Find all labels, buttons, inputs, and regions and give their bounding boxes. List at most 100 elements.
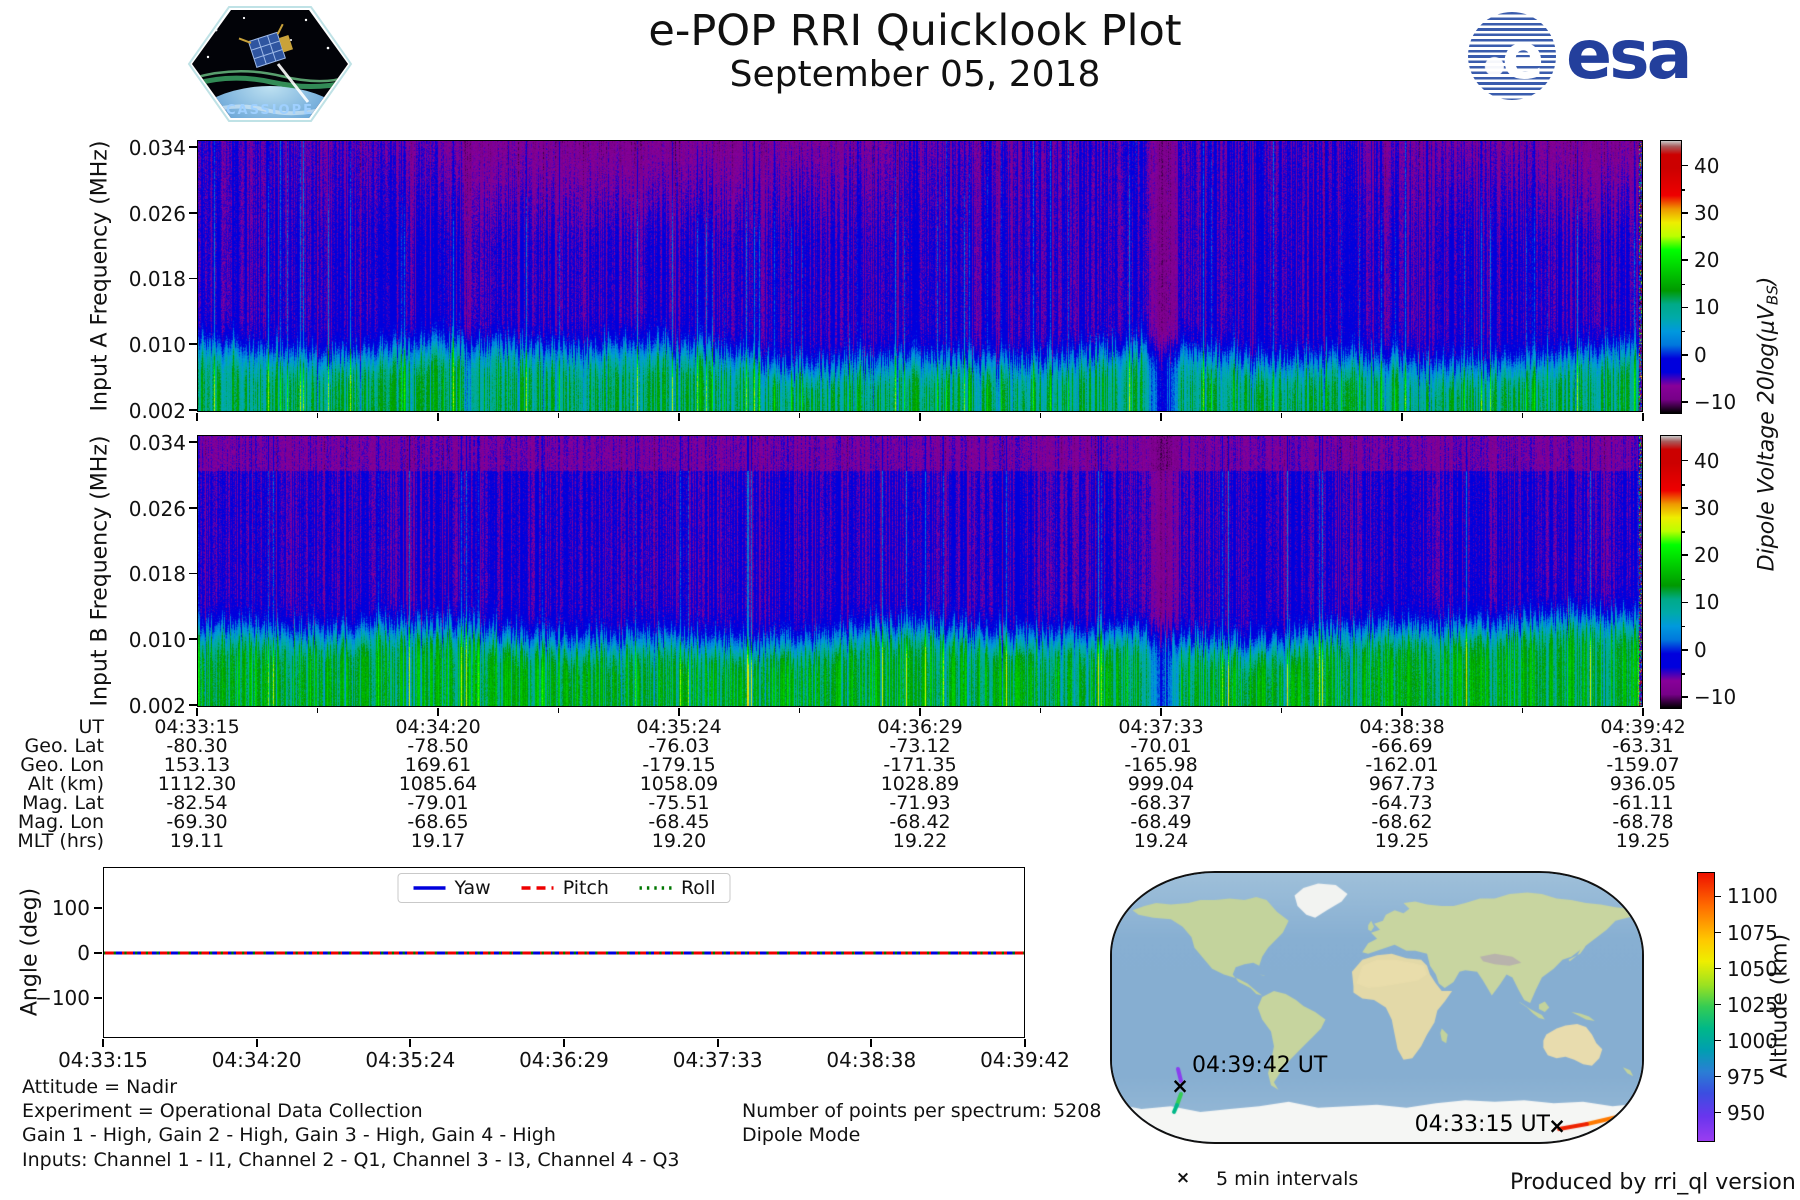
angle-ytick-mark — [94, 952, 102, 954]
ytick-mark-b — [189, 441, 197, 443]
cbtick-mark-a — [1681, 164, 1688, 167]
map-start-time-label: 04:33:15 UT — [1414, 1112, 1550, 1137]
world-map-canvas — [1112, 873, 1642, 1142]
xtick-minor-b — [1039, 708, 1042, 713]
cbtick-label-a: 30 — [1694, 200, 1720, 225]
map-end-time-label: 04:39:42 UT — [1192, 1053, 1328, 1078]
alt-cbtick-label: 1000 — [1727, 1028, 1778, 1053]
quicklook-figure: CASSIOPE e-POP RRI Quicklook Plot Septem… — [0, 0, 1800, 1200]
table-cell: 19.25 — [1374, 830, 1430, 852]
cbtick-label-b: 40 — [1694, 448, 1720, 473]
xtick-minor-b — [316, 708, 319, 713]
angle-xtick-mark — [870, 1039, 873, 1047]
cbtick-mark-b — [1681, 648, 1688, 651]
xtick-mark-a — [1642, 413, 1644, 421]
cbtick-label-b: 0 — [1694, 637, 1707, 662]
cbtick-mark-b — [1681, 601, 1688, 604]
ytick-label-b: 0.002 — [128, 693, 186, 718]
alt-cbtick-label: 1025 — [1727, 992, 1778, 1017]
xtick-mark-b — [1160, 708, 1162, 716]
cbtick-minor-b — [1681, 484, 1685, 486]
angle-xtick-label: 04:39:42 — [980, 1048, 1070, 1072]
points-note: Number of points per spectrum: 5208 — [742, 1100, 1102, 1122]
colorbar-dipole-label: Dipole Voltage 20log(μVBS) — [1754, 276, 1782, 572]
cbtick-minor-b — [1681, 531, 1685, 533]
angle-xtick-mark — [1024, 1039, 1026, 1047]
esa-wordmark: esa — [1566, 16, 1692, 95]
legend-label: Yaw — [454, 877, 491, 899]
cbtick-mark-b — [1681, 554, 1688, 556]
ytick-label-b: 0.026 — [128, 496, 186, 521]
legend-label: Roll — [680, 877, 716, 899]
cbtick-mark-a — [1681, 306, 1688, 309]
cbtick-minor-b — [1681, 626, 1685, 628]
ytick-mark-b — [189, 572, 197, 575]
pitch-line-sample-icon — [521, 886, 554, 890]
gains-note: Gain 1 - High, Gain 2 - High, Gain 3 - H… — [22, 1124, 556, 1146]
cbtick-minor-a — [1681, 189, 1685, 191]
ytick-label-a: 0.034 — [128, 136, 186, 160]
cbtick-mark-b — [1681, 459, 1688, 462]
table-cell: 19.25 — [1615, 830, 1671, 852]
inputs-note: Inputs: Channel 1 - I1, Channel 2 - Q1, … — [22, 1149, 680, 1171]
spectrogram-a-canvas — [197, 140, 1643, 412]
alt-cbtick-mark — [1714, 1075, 1721, 1078]
interval-marker-icon: × — [1175, 1168, 1191, 1188]
xtick-minor-b — [1521, 708, 1524, 713]
alt-cbtick-mark — [1714, 895, 1721, 898]
angle-xtick-mark — [102, 1039, 104, 1047]
ytick-label-a: 0.010 — [128, 333, 186, 358]
ytick-mark-b — [189, 506, 197, 509]
spectrogram-b-canvas — [197, 435, 1643, 707]
angle-ytick-mark — [94, 907, 102, 909]
xtick-mark-b — [196, 708, 198, 716]
angle-xtick-label: 04:36:29 — [519, 1048, 609, 1072]
cbtick-label-a: 40 — [1694, 153, 1720, 178]
cbtick-minor-a — [1681, 378, 1685, 380]
xtick-mark-b — [1401, 708, 1403, 716]
colorbar-dipole-b — [1660, 435, 1682, 709]
cbtick-minor-a — [1681, 283, 1685, 286]
xtick-minor-a — [1280, 413, 1283, 418]
table-row-label: MLT (hrs) — [17, 830, 104, 852]
ytick-label-a: 0.002 — [128, 398, 186, 423]
spectrogram-input-a — [197, 140, 1643, 412]
ytick-label-b: 0.034 — [128, 431, 186, 455]
cassiope-mission-patch: CASSIOPE — [187, 6, 353, 122]
alt-cbtick-mark — [1714, 967, 1721, 970]
xtick-mark-a — [919, 413, 921, 421]
xtick-mark-a — [678, 413, 680, 421]
legend-item-pitch: Pitch — [521, 877, 609, 899]
esa-logo: e esa — [1468, 12, 1692, 100]
ytick-label-a: 0.018 — [128, 267, 186, 292]
xtick-minor-a — [1039, 413, 1042, 418]
cbtick-mark-a — [1681, 212, 1688, 214]
table-cell: 19.17 — [410, 830, 466, 852]
angle-ytick-mark — [94, 997, 102, 999]
ytick-label-b: 0.010 — [128, 628, 186, 653]
cbtick-minor-b — [1681, 578, 1685, 581]
mode-note: Dipole Mode — [742, 1124, 861, 1146]
legend-item-roll: Roll — [639, 877, 716, 899]
axis-label-input-b: Input B Frequency (MHz) — [87, 435, 113, 707]
cbtick-mark-a — [1681, 353, 1688, 356]
angle-xtick-label: 04:37:33 — [672, 1048, 763, 1072]
cbtick-minor-b — [1681, 673, 1685, 675]
xtick-mark-b — [437, 708, 439, 716]
cbtick-label-b: 10 — [1694, 590, 1720, 615]
ytick-label-a: 0.026 — [128, 201, 186, 226]
table-cell: 19.22 — [892, 830, 948, 852]
alt-cbtick-mark — [1714, 931, 1721, 934]
angle-xtick-mark — [716, 1039, 719, 1047]
angle-xtick-label: 04:38:38 — [826, 1048, 917, 1072]
angle-ytick-label: 0 — [77, 941, 90, 965]
ytick-mark-a — [189, 343, 197, 345]
xtick-minor-a — [316, 413, 319, 418]
map-start-marker-icon: × — [1548, 1114, 1566, 1138]
angle-ytick-label: 100 — [51, 896, 90, 920]
axis-label-input-a: Input A Frequency (MHz) — [87, 140, 113, 412]
alt-cbtick-label: 950 — [1727, 1100, 1766, 1125]
cbtick-minor-a — [1681, 236, 1685, 238]
xtick-mark-a — [437, 413, 439, 421]
produced-by-credit: Produced by rri_ql version 4 — [1510, 1170, 1800, 1195]
